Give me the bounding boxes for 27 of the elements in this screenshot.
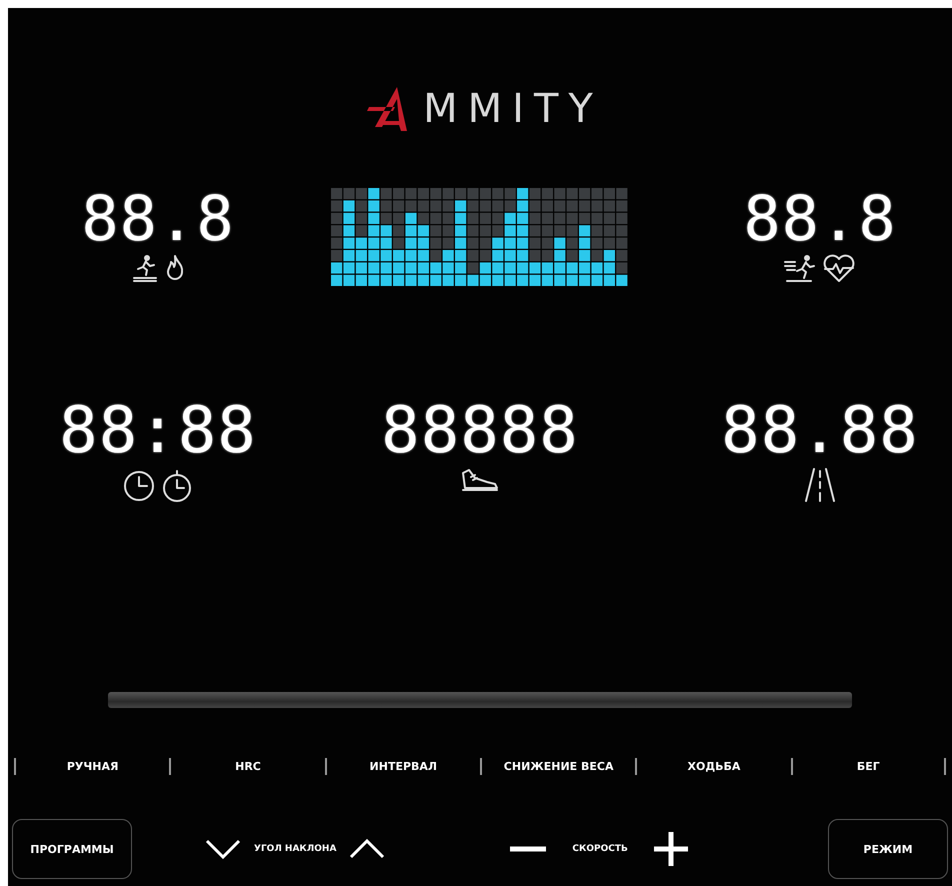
chevron-up-icon[interactable] — [348, 838, 386, 860]
digital-readout: 88888 — [381, 399, 579, 463]
flame-icon — [164, 254, 186, 282]
digital-readout: 88.88 — [721, 399, 919, 463]
program-label[interactable]: ИНТЕРВАЛ — [324, 758, 480, 775]
plus-icon[interactable] — [654, 832, 688, 866]
road-icon — [802, 467, 838, 503]
shoe-icon — [459, 467, 501, 493]
incline-label: УГОЛ НАКЛОНА — [254, 844, 336, 854]
digital-readout: 88.8 — [743, 188, 897, 250]
programs-button[interactable]: ПРОГРАММЫ — [12, 819, 132, 879]
chevron-down-icon[interactable] — [204, 838, 242, 860]
running-person-icon — [783, 254, 817, 284]
mode-button[interactable]: РЕЖИМ — [828, 819, 948, 879]
heart-rate-icon — [821, 254, 857, 284]
speed-label: СКОРОСТЬ — [572, 844, 628, 854]
digital-readout: 88:88 — [59, 399, 257, 463]
program-label[interactable]: РУЧНАЯ — [14, 758, 170, 775]
clock-icon — [122, 468, 156, 502]
program-label[interactable]: ХОДЬБА — [635, 758, 791, 775]
digital-readout: 88.8 — [81, 188, 235, 250]
program-label[interactable]: СНИЖЕНИЕ ВЕСА — [480, 758, 636, 775]
program-label[interactable]: БЕГ — [790, 758, 946, 775]
stopwatch-icon — [160, 467, 194, 503]
program-label[interactable]: HRC — [169, 758, 325, 775]
logo-text: MMITY — [423, 86, 603, 132]
treadmill-runner-icon — [130, 254, 160, 282]
